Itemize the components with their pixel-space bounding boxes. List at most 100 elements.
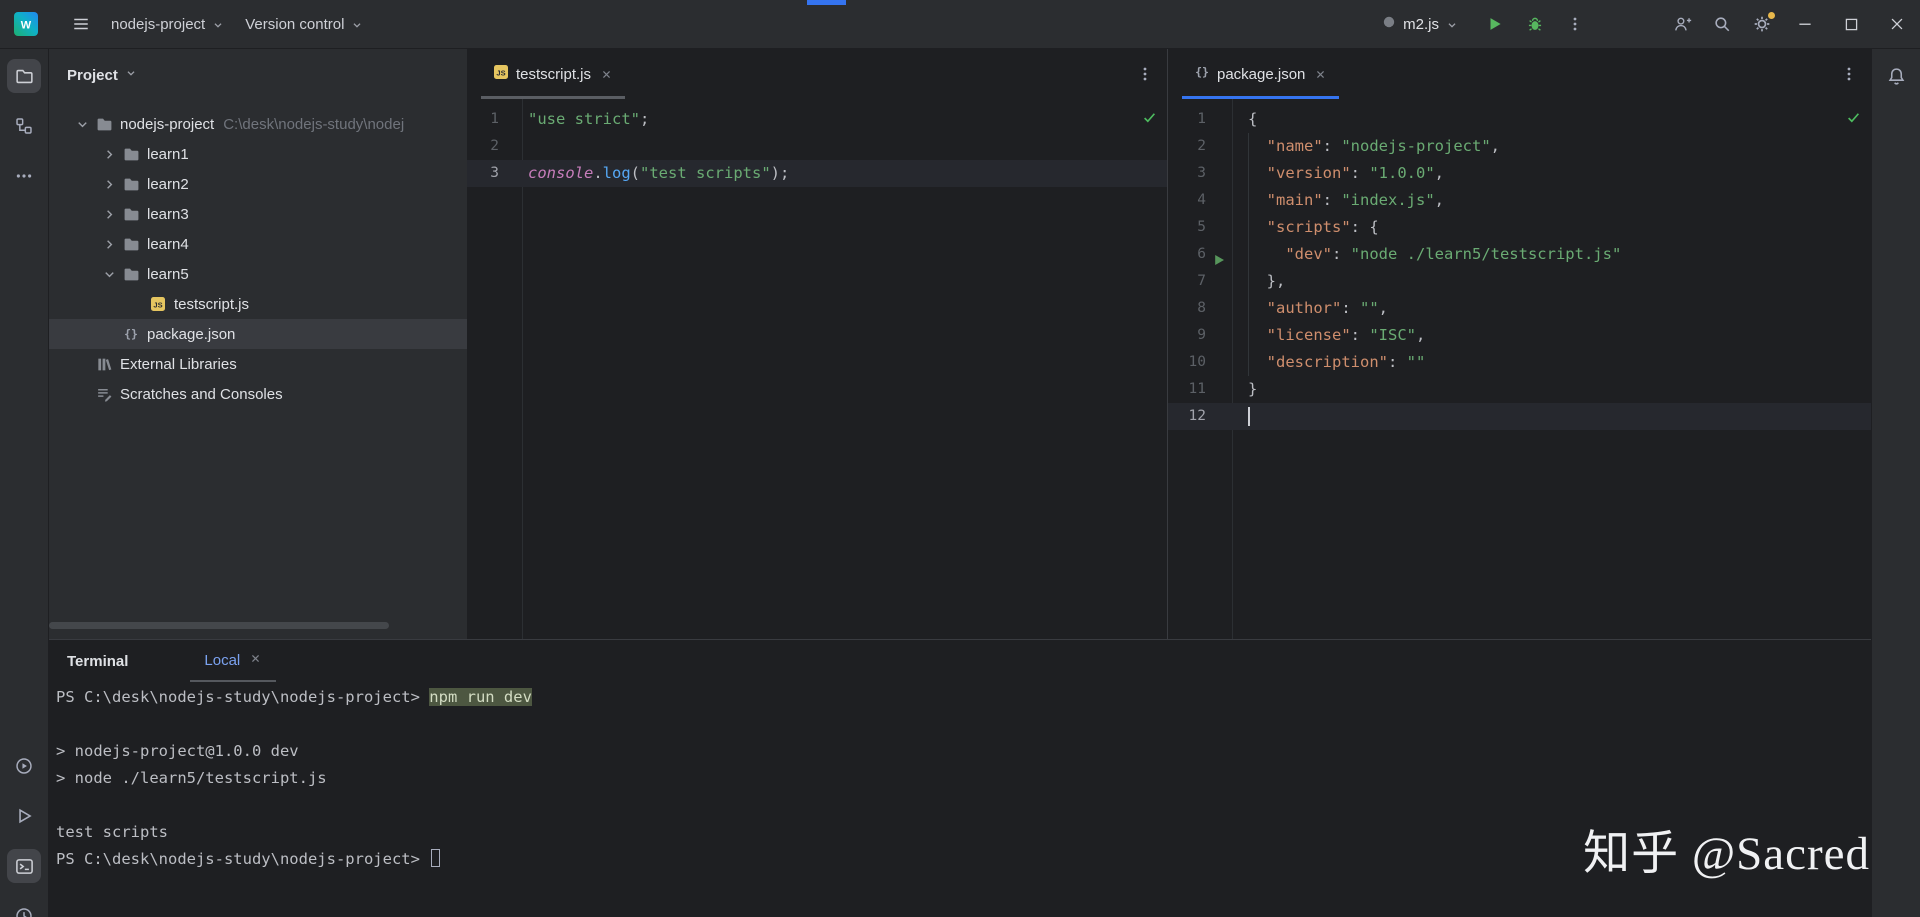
- code-text: }: [1220, 376, 1257, 403]
- chevron-down-icon[interactable]: [96, 267, 123, 282]
- run-tool-tool-icon[interactable]: [7, 799, 41, 833]
- left-tool-strip: [0, 49, 49, 917]
- notifications-tool-icon[interactable]: [1879, 59, 1913, 93]
- terminal-tab-local[interactable]: Local: [190, 640, 276, 682]
- structure-tool-icon[interactable]: [7, 109, 41, 143]
- code-line: 1"use strict";: [467, 106, 1167, 133]
- terminal-tool-icon[interactable]: [7, 849, 41, 883]
- maximize-button[interactable]: [1828, 0, 1874, 49]
- project-panel-title: Project: [67, 67, 118, 84]
- chevron-down-icon: [124, 66, 138, 84]
- terminal-line: PS C:\desk\nodejs-study\nodejs-project> …: [56, 684, 1871, 711]
- editor-pane-testscript: JS testscript.js 1"use strict";23console…: [467, 49, 1167, 639]
- kebab-menu-icon[interactable]: [1841, 65, 1857, 83]
- code-line: 3 "version": "1.0.0",: [1168, 160, 1871, 187]
- code-line: 2: [467, 133, 1167, 160]
- chevron-right-icon[interactable]: [96, 237, 123, 252]
- tree-item-learn2[interactable]: learn2: [49, 169, 467, 199]
- code-text: "description": "": [1220, 349, 1425, 376]
- terminal-line: [56, 711, 1871, 738]
- tree-item-label: External Libraries: [120, 356, 237, 373]
- tree-item-external-libraries[interactable]: External Libraries: [49, 349, 467, 379]
- minimize-button[interactable]: [1782, 0, 1828, 49]
- code-text: "dev": "node ./learn5/testscript.js": [1220, 241, 1621, 268]
- code-text: "use strict";: [511, 106, 649, 133]
- close-icon[interactable]: [600, 68, 613, 81]
- clock-tool-icon[interactable]: [7, 899, 41, 917]
- close-icon[interactable]: [249, 652, 262, 669]
- tree-item-label: learn4: [147, 236, 189, 253]
- code-line: 4 "main": "index.js",: [1168, 187, 1871, 214]
- code-line: 3console.log("test scripts");: [467, 160, 1167, 187]
- editor-content[interactable]: 1{2 "name": "nodejs-project",3 "version"…: [1168, 99, 1871, 639]
- services-tool-icon[interactable]: [7, 749, 41, 783]
- vcs-selector-label: Version control: [245, 16, 344, 33]
- json-file-icon: {}: [1194, 64, 1210, 84]
- more-tool-icon[interactable]: [7, 159, 41, 193]
- chevron-right-icon[interactable]: [96, 177, 123, 192]
- editor-pane-package-json: {} package.json 1{2 "name": "nodejs-proj…: [1167, 49, 1871, 639]
- folder-icon: [123, 206, 147, 223]
- tab-testscript-js[interactable]: JS testscript.js: [481, 49, 625, 99]
- chevron-right-icon[interactable]: [96, 207, 123, 222]
- debug-button[interactable]: [1518, 7, 1552, 41]
- close-button[interactable]: [1874, 0, 1920, 49]
- inspections-ok-icon: [1142, 107, 1157, 134]
- main-menu-button[interactable]: [64, 7, 98, 41]
- terminal-tabbar: Terminal Local: [49, 640, 1871, 682]
- editor-tabbar: {} package.json: [1168, 49, 1871, 99]
- project-folder-tool-icon[interactable]: [7, 59, 41, 93]
- chevron-down-icon: [350, 18, 364, 32]
- chevron-down-icon: [211, 18, 225, 32]
- line-number: 10: [1168, 349, 1220, 376]
- tree-item-scratches-and-consoles[interactable]: Scratches and Consoles: [49, 379, 467, 409]
- close-icon[interactable]: [1314, 68, 1327, 81]
- project-selector[interactable]: nodejs-project: [101, 10, 235, 39]
- tree-item-learn4[interactable]: learn4: [49, 229, 467, 259]
- line-number: 7: [1168, 268, 1220, 295]
- tree-item-nodejs-project[interactable]: nodejs-projectC:\desk\nodejs-study\nodej: [49, 109, 467, 139]
- terminal-title[interactable]: Terminal: [67, 653, 128, 670]
- tree-item-label: Scratches and Consoles: [120, 386, 283, 403]
- code-text: "main": "index.js",: [1220, 187, 1444, 214]
- settings-button[interactable]: [1745, 7, 1779, 41]
- vcs-selector[interactable]: Version control: [235, 10, 374, 39]
- inspections-ok-icon: [1846, 107, 1861, 134]
- project-panel-header[interactable]: Project: [49, 49, 467, 101]
- run-config-selector[interactable]: m2.js: [1371, 8, 1469, 40]
- tree-item-learn5[interactable]: learn5: [49, 259, 467, 289]
- code-text: "name": "nodejs-project",: [1220, 133, 1500, 160]
- code-text: "version": "1.0.0",: [1220, 160, 1444, 187]
- search-button[interactable]: [1705, 7, 1739, 41]
- tree-item-label: learn2: [147, 176, 189, 193]
- terminal-line: > nodejs-project@1.0.0 dev: [56, 738, 1871, 765]
- kebab-menu-icon[interactable]: [1558, 7, 1592, 41]
- tree-item-label: package.json: [147, 326, 235, 343]
- lib-icon: [96, 356, 120, 373]
- tree-item-label: learn5: [147, 266, 189, 283]
- code-text: },: [1220, 268, 1285, 295]
- tree-item-learn3[interactable]: learn3: [49, 199, 467, 229]
- code-line: 7 },: [1168, 268, 1871, 295]
- kebab-menu-icon[interactable]: [1137, 65, 1153, 83]
- code-line: 11}: [1168, 376, 1871, 403]
- tab-package-json[interactable]: {} package.json: [1182, 49, 1339, 99]
- tree-item-learn1[interactable]: learn1: [49, 139, 467, 169]
- tab-label: package.json: [1217, 66, 1305, 83]
- folder-icon: [123, 266, 147, 283]
- tree-item-package-json[interactable]: {}package.json: [49, 319, 467, 349]
- code-line: 6 "dev": "node ./learn5/testscript.js": [1168, 241, 1871, 268]
- tree-item-label: learn3: [147, 206, 189, 223]
- horizontal-scrollbar[interactable]: [49, 622, 389, 629]
- svg-text:W: W: [21, 20, 32, 32]
- chevron-right-icon[interactable]: [96, 147, 123, 162]
- chevron-down-icon[interactable]: [69, 117, 96, 132]
- tree-item-testscript-js[interactable]: JStestscript.js: [49, 289, 467, 319]
- run-button[interactable]: [1478, 7, 1512, 41]
- editor-content[interactable]: 1"use strict";23console.log("test script…: [467, 99, 1167, 639]
- folder-icon: [123, 236, 147, 253]
- terminal-tab-label: Local: [204, 652, 240, 669]
- add-user-button[interactable]: [1665, 7, 1699, 41]
- tree-item-label: nodejs-project: [120, 116, 214, 133]
- js-icon: JS: [150, 296, 174, 312]
